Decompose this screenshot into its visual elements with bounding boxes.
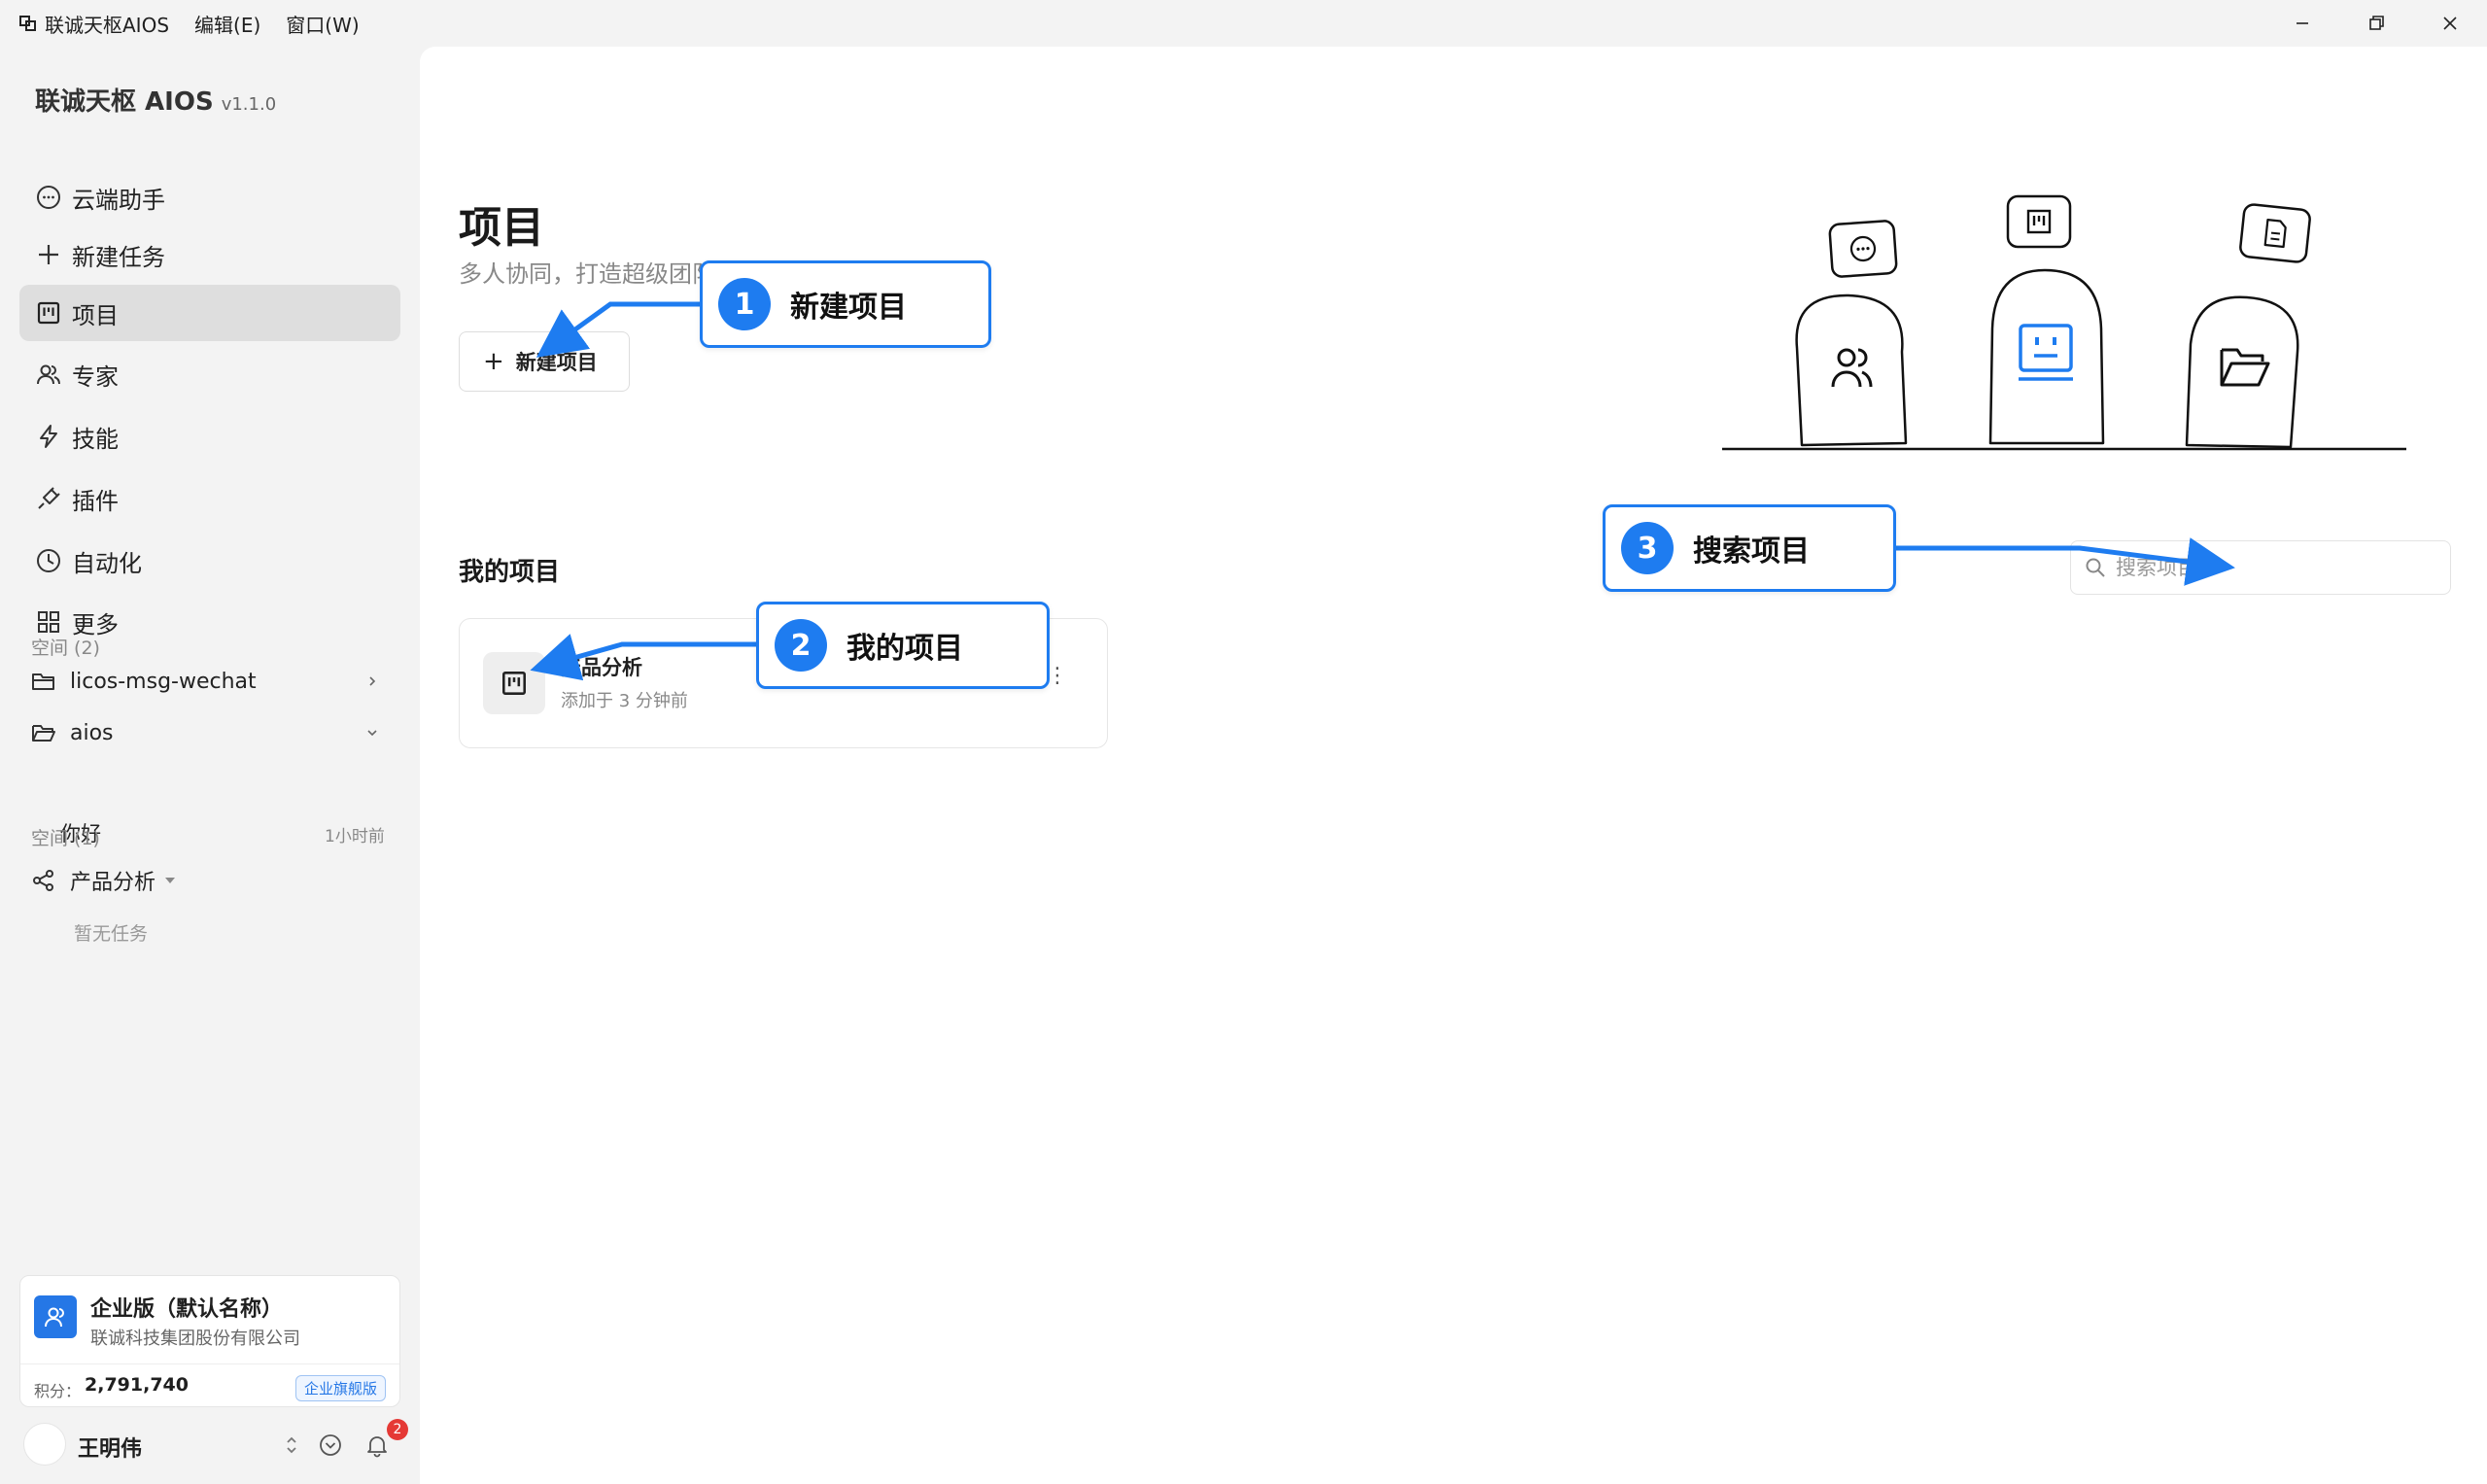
user-name[interactable]: 王明伟	[78, 1432, 142, 1463]
folder-open-icon	[32, 725, 55, 742]
callout-label: 搜索项目	[1693, 535, 1810, 569]
bell-icon[interactable]	[363, 1432, 391, 1459]
project-time: 添加于 3 分钟前	[561, 691, 688, 711]
enterprise-org: 联诚科技集团股份有限公司	[90, 1329, 300, 1349]
page-subtitle: 多人协同，打造超级团队	[459, 260, 715, 288]
restore-button[interactable]	[2339, 0, 2413, 47]
avatar[interactable]	[23, 1423, 66, 1466]
nav-label: 项目	[72, 301, 119, 329]
minimize-button[interactable]	[2265, 0, 2339, 47]
project-group-product-analysis[interactable]: 产品分析	[31, 865, 381, 896]
kanban-icon	[37, 301, 60, 325]
callout-my-projects: 2 我的项目	[756, 602, 1050, 689]
notification-badge: 2	[387, 1419, 408, 1440]
lightning-icon	[40, 425, 57, 448]
callout-number: 1	[718, 278, 771, 330]
page-title: 项目	[459, 203, 544, 253]
new-project-label: 新建项目	[515, 351, 598, 374]
users-stone	[1795, 293, 1908, 447]
points-label: 积分：	[34, 1382, 82, 1400]
nav-skills[interactable]: 技能	[19, 408, 400, 465]
nav-cloud-assistant[interactable]: 云端助手	[19, 169, 400, 225]
brand-name: 联诚天枢 AIOS	[35, 87, 214, 117]
title-bar: 联诚天枢AIOS 编辑(E) 窗口(W)	[0, 0, 2487, 47]
folder-stone	[2185, 295, 2299, 449]
plus-icon	[39, 245, 58, 264]
folder-aios[interactable]: aios	[31, 720, 381, 745]
nav-experts[interactable]: 专家	[19, 346, 400, 402]
kanban-icon	[502, 672, 526, 695]
app-logo-icon	[19, 16, 36, 31]
chat-bubble-icon	[1828, 220, 1898, 278]
brand: 联诚天枢 AIOS v1.1.0	[35, 82, 276, 118]
kanban-badge-icon	[2006, 194, 2072, 249]
empty-tasks: 暂无任务	[74, 923, 149, 945]
chevron-updown-icon[interactable]	[278, 1432, 305, 1459]
nav-projects[interactable]: 项目	[19, 285, 400, 341]
nav-label: 专家	[72, 362, 119, 391]
callout-number: 2	[775, 619, 827, 672]
plan-badge: 企业旗舰版	[294, 1375, 386, 1401]
nav-automation[interactable]: 自动化	[19, 533, 400, 589]
menu-edit[interactable]: 编辑(E)	[194, 10, 260, 38]
callout-number: 3	[1621, 522, 1674, 574]
callout-label: 新建项目	[790, 291, 907, 325]
enterprise-card[interactable]: 企业版（默认名称） 联诚科技集团股份有限公司 积分： 2,791,740 企业旗…	[19, 1275, 400, 1407]
nav-label: 云端助手	[72, 186, 165, 214]
app-name: 联诚天枢AIOS	[45, 13, 170, 37]
menu-window[interactable]: 窗口(W)	[286, 10, 359, 38]
nav-label: 插件	[72, 487, 119, 515]
document-badge-icon	[2239, 203, 2311, 263]
callout-new-project: 1 新建项目	[700, 260, 991, 348]
space-label-2: 空间 (1)	[31, 828, 100, 849]
task-time: 1小时前	[325, 827, 385, 846]
project-icon	[483, 652, 545, 714]
version: v1.1.0	[221, 94, 277, 115]
divider	[20, 1363, 399, 1364]
nav-label: 技能	[72, 425, 119, 453]
user-row: 王明伟 2	[19, 1419, 408, 1471]
minimize-icon	[2297, 22, 2308, 24]
folder-name: licos-msg-wechat	[70, 669, 257, 694]
enterprise-logo	[34, 1295, 77, 1338]
restore-icon	[2369, 16, 2384, 30]
more-options-icon[interactable]: ⋮	[1047, 664, 1068, 688]
folder-name: aios	[70, 720, 114, 745]
sidebar: 联诚天枢 AIOS v1.1.0 云端助手 新建任务 项目 专家 技能 插件 自动…	[0, 47, 420, 1484]
callout-search-project: 3 搜索项目	[1603, 504, 1896, 592]
grid-icon	[38, 611, 59, 633]
caret-down-icon[interactable]	[163, 874, 177, 887]
search-box[interactable]	[2070, 540, 2451, 595]
enterprise-name: 企业版（默认名称）	[90, 1297, 284, 1322]
search-icon	[2086, 558, 2105, 577]
chat-icon	[37, 186, 60, 209]
share-icon	[33, 870, 53, 891]
users-icon	[37, 364, 60, 385]
users-icon	[45, 1307, 64, 1328]
points-value: 2,791,740	[85, 1374, 189, 1396]
nav-new-task[interactable]: 新建任务	[19, 226, 400, 283]
section-title-my-projects: 我的项目	[459, 558, 561, 587]
new-project-button[interactable]: + 新建项目	[459, 331, 630, 392]
app-title: 联诚天枢AIOS	[0, 10, 169, 38]
circle-chevron-down-icon[interactable]	[317, 1432, 344, 1459]
callout-label: 我的项目	[846, 632, 963, 666]
project-name: 产品分析	[561, 656, 642, 679]
search-input[interactable]	[2116, 556, 2436, 579]
space-label-1: 空间 (2)	[31, 638, 100, 659]
clock-icon	[37, 549, 60, 572]
chevron-down-icon[interactable]	[363, 724, 381, 742]
projects-illustration	[1722, 194, 2406, 451]
nav-plugins[interactable]: 插件	[19, 470, 400, 527]
close-button[interactable]	[2413, 0, 2487, 47]
folder-licos-msg-wechat[interactable]: licos-msg-wechat	[31, 669, 381, 694]
plus-icon: +	[483, 347, 504, 376]
nav-label: 新建任务	[72, 243, 165, 271]
chevron-right-icon[interactable]	[363, 673, 381, 690]
plug-icon	[38, 487, 60, 509]
folder-icon	[32, 673, 54, 690]
nav-label: 自动化	[72, 549, 142, 577]
project-group-name: 产品分析	[70, 871, 156, 895]
close-icon	[2443, 17, 2457, 30]
